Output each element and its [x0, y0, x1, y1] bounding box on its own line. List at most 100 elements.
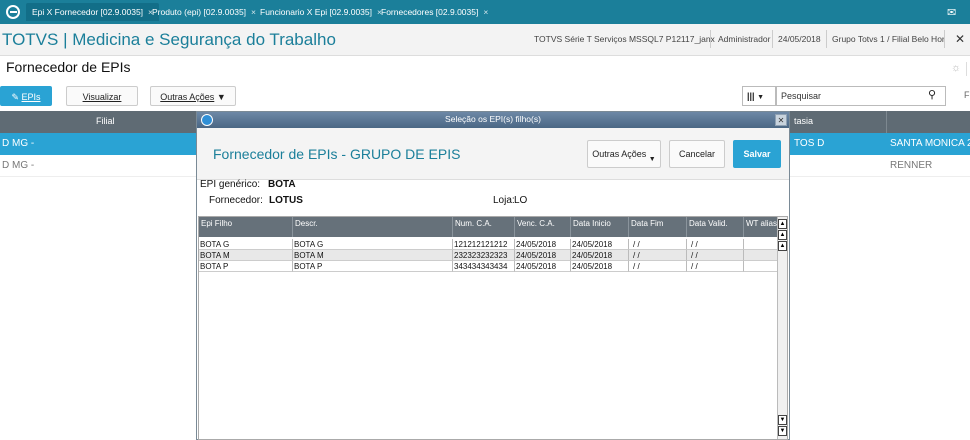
app-title: TOTVS | Medicina e Segurança do Trabalho [2, 30, 336, 49]
cell: 24/05/2018 [570, 239, 628, 250]
filter-label[interactable]: F [964, 90, 970, 100]
branch-info[interactable]: Grupo Totvs 1 / Filial Belo Hor [832, 34, 945, 44]
dialog-title: Seleção os EPI(s) filho(s) [445, 114, 541, 124]
cell: 24/05/2018 [514, 261, 570, 272]
chevron-down-icon: ▼ [757, 94, 765, 101]
divider [772, 30, 773, 48]
cell-name: RENNER [890, 160, 933, 171]
divider [944, 30, 945, 48]
loja-value: LO [514, 195, 528, 206]
cell [743, 239, 777, 250]
user-info[interactable]: Administrador [718, 34, 770, 44]
chevron-down-icon: ▼ [216, 92, 226, 102]
visualizar-label: Visualizar [82, 92, 122, 102]
search-input[interactable]: Pesquisar [776, 86, 946, 106]
close-icon[interactable]: ✕ [775, 114, 787, 126]
tab-funcionario-x-epi[interactable]: Funcionario X Epi [02.9.0035] × [254, 3, 388, 21]
epi-table: Epi Filho Descr. Num. C.A. Venc. C.A. Da… [198, 216, 788, 440]
tab-label: Produto (epi) [02.9.0035] [152, 7, 247, 17]
scroll-up-icon[interactable]: ▲ [778, 241, 787, 251]
columns-icon: ||| [747, 91, 755, 101]
table-header: Epi Filho Descr. Num. C.A. Venc. C.A. Da… [199, 217, 777, 237]
mail-icon[interactable]: ✉ [947, 6, 956, 19]
epi-generico-value: BOTA [268, 179, 296, 190]
tab-label: Fornecedores [02.9.0035] [381, 7, 479, 17]
cell: 232323232323 [452, 250, 514, 261]
cell: BOTA P [292, 261, 452, 272]
table-row[interactable]: BOTA G BOTA G 121212121212 24/05/2018 24… [199, 239, 777, 250]
column-header[interactable]: Descr. [292, 217, 452, 237]
cell: 24/05/2018 [570, 261, 628, 272]
column-header[interactable]: Data Inicio [570, 217, 628, 237]
scroll-page-up-icon[interactable]: ▲ [778, 230, 787, 240]
column-header-fantasia[interactable]: tasia [794, 116, 813, 126]
epis-label: EPIs [21, 92, 41, 102]
vertical-scrollbar[interactable]: ▲ ▲ ▲ ▼ ▼ [777, 217, 787, 439]
column-header-filial[interactable]: Filial [96, 116, 115, 126]
cell: / / [628, 261, 686, 272]
dialog-titlebar[interactable]: Seleção os EPI(s) filho(s) ✕ [197, 112, 789, 128]
column-header[interactable]: Data Valid. [686, 217, 743, 237]
cell-fantasia: TOS D [794, 138, 825, 149]
search-icon[interactable]: ⚲ [928, 88, 936, 101]
totvs-logo-icon[interactable] [6, 5, 20, 19]
table-row[interactable]: BOTA M BOTA M 232323232323 24/05/2018 24… [199, 250, 777, 261]
close-icon[interactable]: × [483, 7, 488, 17]
scroll-top-icon[interactable]: ▲ [778, 219, 787, 229]
cell: BOTA P [199, 261, 292, 272]
scroll-down-icon[interactable]: ▼ [778, 415, 787, 425]
cell-filial: D MG - [2, 160, 35, 171]
cell: 24/05/2018 [514, 250, 570, 261]
cell: 343434343434 [452, 261, 514, 272]
cell-name: SANTA MONICA 2 [890, 138, 970, 149]
date-info[interactable]: 24/05/2018 [778, 34, 821, 44]
tab-fornecedores[interactable]: Fornecedores [02.9.0035] × [375, 3, 494, 21]
save-button[interactable]: Salvar [733, 140, 781, 168]
cell: 24/05/2018 [514, 239, 570, 250]
cell: BOTA G [199, 239, 292, 250]
loja-label: Loja: [493, 195, 515, 206]
tab-bar: Epi X Fornecedor [02.9.0035] × Produto (e… [0, 0, 970, 24]
tab-produto-epi[interactable]: Produto (epi) [02.9.0035] × [146, 3, 262, 21]
selection-dialog: Seleção os EPI(s) filho(s) ✕ Fornecedor … [196, 111, 790, 440]
cell: BOTA M [292, 250, 452, 261]
divider [966, 62, 967, 76]
column-header[interactable]: Epi Filho [199, 217, 292, 237]
cell: / / [628, 250, 686, 261]
epis-button[interactable]: ✎ EPIs [0, 86, 52, 106]
tab-epi-x-fornecedor[interactable]: Epi X Fornecedor [02.9.0035] × [26, 3, 160, 21]
column-header[interactable]: Data Fim [628, 217, 686, 237]
dialog-header: Fornecedor de EPIs - GRUPO DE EPIS Outra… [197, 128, 789, 180]
column-header[interactable]: Num. C.A. [452, 217, 514, 237]
app-header: TOTVS | Medicina e Segurança do Trabalho… [0, 24, 970, 56]
divider [886, 111, 887, 133]
cell-filial: D MG - [2, 138, 35, 149]
outras-acoes-label: Outras Ações [160, 92, 215, 102]
table-row[interactable]: BOTA P BOTA P 343434343434 24/05/2018 24… [199, 261, 777, 272]
close-icon[interactable]: ✕ [955, 32, 965, 46]
fornecedor-value: LOTUS [269, 195, 303, 206]
chevron-down-icon: ▼ [648, 156, 656, 163]
visualizar-button[interactable]: Visualizar [66, 86, 138, 106]
scroll-bottom-icon[interactable]: ▼ [778, 426, 787, 436]
epi-generico-label: EPI genérico: [200, 179, 261, 190]
cancel-button[interactable]: Cancelar [669, 140, 725, 168]
tab-label: Funcionario X Epi [02.9.0035] [260, 7, 372, 17]
column-selector[interactable]: ||| ▼ [742, 86, 776, 106]
page-title: Fornecedor de EPIs [6, 59, 131, 75]
outras-acoes-button[interactable]: Outras Ações ▼ [150, 86, 236, 106]
cell: BOTA M [199, 250, 292, 261]
environment-info[interactable]: TOTVS Série T Serviços MSSQL7 P12117_jan… [534, 34, 715, 44]
cell: 121212121212 [452, 239, 514, 250]
cell: 24/05/2018 [570, 250, 628, 261]
cell: / / [628, 239, 686, 250]
cell [743, 250, 777, 261]
column-header[interactable]: WT alias [743, 217, 777, 237]
cell [743, 261, 777, 272]
gear-icon[interactable]: ☼ [951, 62, 961, 74]
fornecedor-label: Fornecedor: [209, 195, 263, 206]
cell: / / [686, 250, 743, 261]
column-header[interactable]: Venc. C.A. [514, 217, 570, 237]
dialog-heading: Fornecedor de EPIs - GRUPO DE EPIS [213, 146, 461, 162]
outras-acoes-button[interactable]: Outras Ações ▼ [587, 140, 661, 168]
